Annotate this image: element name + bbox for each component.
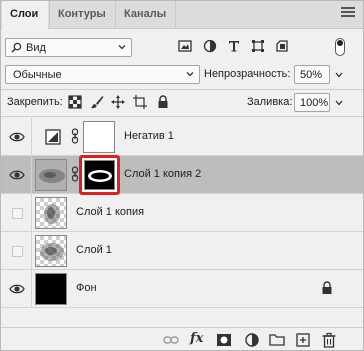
row-separator — [31, 194, 32, 232]
delete-layer-icon[interactable] — [321, 332, 337, 348]
tab-layers[interactable]: Слои — [2, 1, 48, 30]
fill-value: 100% — [300, 97, 329, 109]
chain-link-icon[interactable] — [71, 166, 79, 182]
panel-menu-icon[interactable] — [341, 7, 355, 21]
layer-row-selected[interactable]: Слой 1 копия 2 — [1, 155, 363, 195]
adjustment-filter-icon[interactable] — [203, 39, 217, 53]
lock-all-icon[interactable] — [156, 95, 170, 109]
lock-icon — [322, 281, 332, 294]
pixel-filter-icon[interactable] — [178, 39, 192, 53]
chain-link-icon[interactable] — [71, 128, 79, 144]
row-separator — [31, 270, 32, 308]
filter-toggle[interactable] — [335, 38, 345, 56]
layer-name[interactable]: Слой 1 — [76, 244, 112, 256]
chevron-down-icon — [118, 45, 126, 50]
smart-object-filter-icon[interactable] — [275, 39, 289, 53]
layer-row[interactable]: Фон — [1, 270, 363, 308]
layer-thumbnail[interactable] — [35, 273, 67, 305]
noise-pattern — [44, 204, 60, 224]
mask-highlight-frame — [79, 155, 120, 195]
new-group-icon[interactable] — [269, 332, 285, 348]
noise-pattern — [40, 243, 64, 261]
blend-mode-select[interactable]: Обычные — [5, 65, 200, 84]
row-separator — [31, 118, 32, 156]
chevron-down-icon — [186, 72, 194, 77]
layer-name[interactable]: Слой 1 копия 2 — [124, 168, 201, 180]
lock-image-icon[interactable] — [90, 95, 104, 109]
layer-row[interactable]: Негатив 1 — [1, 118, 363, 156]
opacity-label: Непрозрачность: — [204, 68, 291, 80]
new-adjustment-icon[interactable] — [244, 332, 260, 348]
layer-mask-thumbnail[interactable] — [84, 160, 115, 190]
layer-mask-thumbnail[interactable] — [83, 121, 115, 153]
blend-mode-value: Обычные — [13, 69, 62, 81]
lock-label: Закрепить: — [7, 96, 63, 108]
visibility-toggle[interactable] — [12, 246, 23, 257]
opacity-value: 50% — [300, 69, 323, 81]
lock-transparent-icon[interactable] — [68, 95, 82, 109]
search-icon — [11, 42, 22, 53]
link-layers-icon[interactable] — [163, 332, 179, 348]
layer-thumbnail[interactable] — [35, 235, 67, 267]
eye-icon[interactable] — [9, 131, 25, 143]
fill-chevron-icon[interactable] — [334, 98, 344, 108]
layer-name[interactable]: Негатив 1 — [124, 130, 174, 142]
fill-input[interactable]: 100% — [294, 93, 330, 112]
shape-filter-icon[interactable] — [251, 39, 265, 53]
filter-kind-select[interactable]: Вид — [5, 38, 132, 57]
layer-name[interactable]: Фон — [76, 282, 97, 294]
type-filter-icon[interactable] — [227, 39, 241, 53]
opacity-chevron-icon[interactable] — [334, 70, 344, 80]
row-separator — [31, 156, 32, 194]
layer-row[interactable]: Слой 1 — [1, 232, 363, 270]
layer-thumbnail[interactable] — [35, 197, 67, 229]
layers-list: Негатив 1 Слой 1 копия 2 Слой 1 копия Сл… — [1, 118, 363, 314]
lock-position-icon[interactable] — [111, 95, 125, 109]
layer-thumbnail[interactable] — [35, 159, 67, 191]
layers-panel: Слои Контуры Каналы Вид Обычные Непрозра… — [0, 0, 364, 351]
layer-name[interactable]: Слой 1 копия — [76, 206, 144, 218]
tab-paths[interactable]: Контуры — [49, 1, 115, 29]
adjustment-layer-icon — [45, 129, 61, 145]
fill-label: Заливка: — [247, 96, 293, 108]
visibility-toggle[interactable] — [12, 208, 23, 219]
eye-icon[interactable] — [9, 283, 25, 295]
lock-artboard-icon[interactable] — [133, 95, 147, 109]
tab-bar: Слои Контуры Каналы — [1, 1, 363, 30]
layer-row[interactable]: Слой 1 копия — [1, 194, 363, 232]
mask-shape — [88, 170, 112, 182]
noise-pattern — [36, 160, 66, 190]
divider — [1, 116, 363, 117]
fx-icon[interactable]: fx — [190, 331, 206, 347]
new-layer-icon[interactable] — [295, 332, 311, 348]
tab-channels[interactable]: Каналы — [115, 1, 175, 29]
filter-kind-value: Вид — [26, 42, 46, 54]
add-mask-icon[interactable] — [216, 332, 232, 348]
opacity-input[interactable]: 50% — [294, 65, 330, 84]
tab-divider — [175, 1, 176, 29]
divider — [1, 89, 363, 90]
eye-icon[interactable] — [9, 169, 25, 181]
row-separator — [31, 232, 32, 270]
